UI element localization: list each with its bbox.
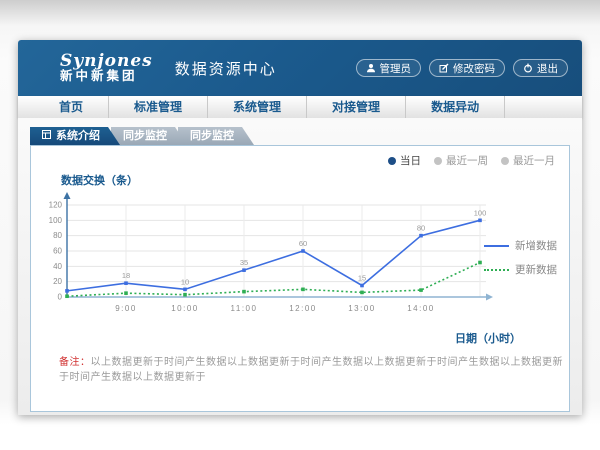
svg-text:60: 60 (53, 247, 62, 256)
nav-item-standard-mgmt[interactable]: 标准管理 (109, 96, 208, 118)
legend-item-new-data[interactable]: 新增数据 (484, 238, 557, 253)
svg-text:10: 10 (181, 277, 189, 286)
svg-text:100: 100 (474, 208, 487, 217)
app-window: Synjones 新中新集团 数据资源中心 管理员 修改密码 退出 (18, 40, 582, 415)
chart-area: 数据交换（条） 0 20 40 60 80 100 120 9:00 10:00 11:00 12:… (31, 146, 569, 337)
logout-button-label: 退出 (537, 61, 558, 76)
svg-text:10:00: 10:00 (171, 304, 199, 313)
change-password-button[interactable]: 修改密码 (429, 59, 505, 77)
tab-bar: 系统介绍 同步监控 同步监控 (30, 127, 570, 145)
x-axis-title: 日期（小时） (455, 330, 521, 346)
tab-sync-monitor-2[interactable]: 同步监控 (178, 127, 254, 145)
tab-label: 同步监控 (190, 127, 234, 145)
logout-button[interactable]: 退出 (513, 59, 568, 77)
header-actions: 管理员 修改密码 退出 (356, 59, 569, 77)
nav-item-interface-mgmt[interactable]: 对接管理 (307, 96, 406, 118)
logo-company-text: 新中新集团 (60, 70, 153, 83)
chart-panel: 当日 最近一周 最近一月 数据交换（条） 0204060801001209:00… (30, 145, 570, 412)
footnote-prefix: 备注： (59, 357, 91, 368)
svg-text:80: 80 (53, 231, 62, 240)
svg-text:15: 15 (358, 274, 366, 283)
svg-text:35: 35 (240, 258, 248, 267)
tab-sync-monitor-1[interactable]: 同步监控 (111, 127, 187, 145)
legend-item-updated-data[interactable]: 更新数据 (484, 262, 557, 277)
footnote: 备注：以上数据更新于时间产生数据以上数据更新于时间产生数据以上数据更新于时间产生… (59, 353, 569, 383)
content-area: 系统介绍 同步监控 同步监控 当日 最近一周 (18, 118, 582, 415)
svg-text:9:00: 9:00 (115, 304, 137, 313)
y-axis-title: 数据交换（条） (61, 172, 569, 188)
svg-text:20: 20 (53, 277, 62, 286)
chart-legend: 新增数据 更新数据 (484, 238, 557, 286)
nav-item-data-change[interactable]: 数据异动 (406, 96, 505, 118)
svg-text:120: 120 (49, 201, 63, 210)
user-button-label: 管理员 (380, 61, 412, 76)
app-header: Synjones 新中新集团 数据资源中心 管理员 修改密码 退出 (18, 40, 582, 96)
nav-item-home[interactable]: 首页 (34, 96, 109, 118)
legend-label: 更新数据 (515, 262, 557, 277)
svg-text:12:00: 12:00 (289, 304, 317, 313)
tab-label: 同步监控 (123, 127, 167, 145)
nav-item-system-mgmt[interactable]: 系统管理 (208, 96, 307, 118)
svg-text:40: 40 (53, 262, 62, 271)
grid-icon (42, 127, 51, 145)
svg-text:0: 0 (58, 293, 63, 302)
svg-text:13:00: 13:00 (348, 304, 376, 313)
dotted-line-icon (484, 269, 509, 271)
change-password-button-label: 修改密码 (453, 61, 495, 76)
svg-text:18: 18 (122, 271, 130, 280)
svg-text:14:00: 14:00 (407, 304, 435, 313)
user-button[interactable]: 管理员 (356, 59, 422, 77)
user-icon (366, 63, 376, 73)
logo-brand-text: Synjones (60, 53, 153, 71)
logo: Synjones 新中新集团 (60, 53, 153, 84)
solid-line-icon (484, 245, 509, 247)
edit-icon (439, 63, 449, 73)
svg-text:11:00: 11:00 (231, 304, 258, 313)
page-title: 数据资源中心 (175, 58, 277, 79)
footnote-text: 以上数据更新于时间产生数据以上数据更新于时间产生数据以上数据更新于时间产生数据以… (59, 357, 563, 383)
legend-label: 新增数据 (515, 238, 557, 253)
svg-text:60: 60 (299, 239, 307, 248)
tab-label: 系统介绍 (56, 127, 100, 145)
line-chart: 0 20 40 60 80 100 120 9:00 10:00 11:00 12:00 13:00 1… (31, 189, 501, 337)
main-nav: 首页 标准管理 系统管理 对接管理 数据异动 (18, 96, 582, 118)
svg-text:80: 80 (417, 224, 425, 233)
svg-text:100: 100 (49, 216, 63, 225)
power-icon (523, 63, 533, 73)
tab-system-intro[interactable]: 系统介绍 (30, 127, 120, 145)
